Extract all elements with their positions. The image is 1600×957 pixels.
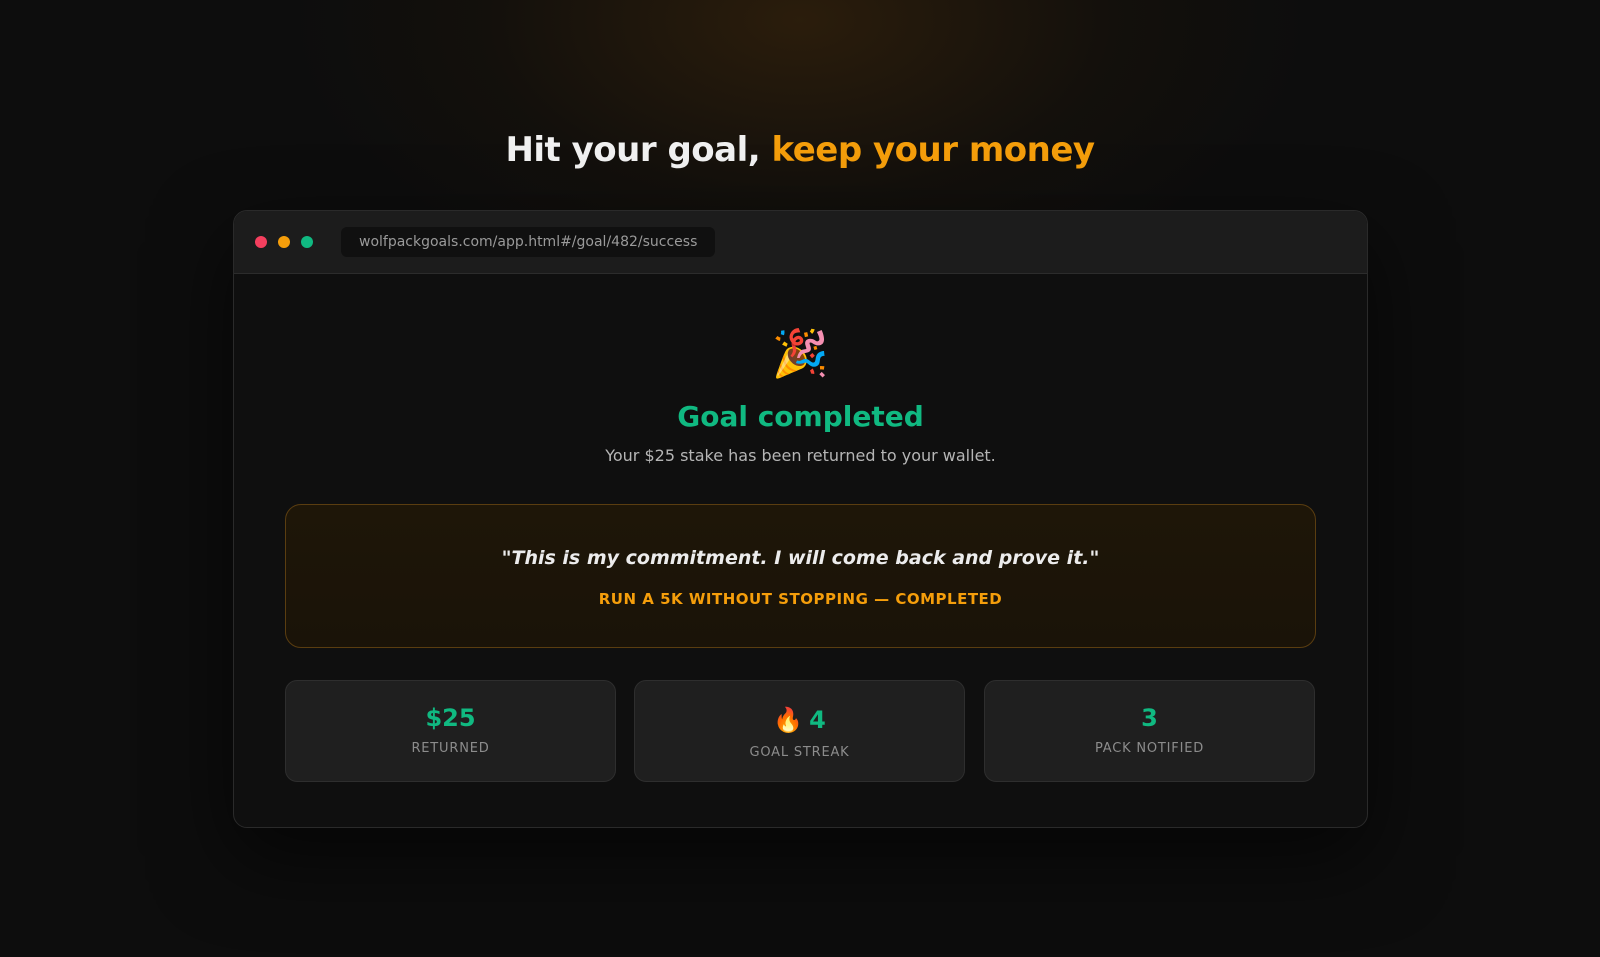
stat-value: 3 xyxy=(1141,704,1158,732)
fire-icon: 🔥 xyxy=(773,706,804,734)
success-title: Goal completed xyxy=(677,400,924,433)
stat-card-pack-notified: 3 PACK NOTIFIED xyxy=(984,680,1315,782)
stat-value: 4 xyxy=(809,706,826,734)
close-window-dot[interactable] xyxy=(255,236,267,248)
success-subtitle: Your $25 stake has been returned to your… xyxy=(605,446,996,465)
stat-label: GOAL STREAK xyxy=(749,745,850,760)
minimize-window-dot[interactable] xyxy=(278,236,290,248)
success-page: 🎉 Goal completed Your $25 stake has been… xyxy=(234,274,1367,827)
address-bar[interactable]: wolfpackgoals.com/app.html#/goal/482/suc… xyxy=(341,227,715,257)
stat-label: PACK NOTIFIED xyxy=(1094,741,1205,756)
commitment-card: "This is my commitment. I will come back… xyxy=(285,504,1316,648)
page-headline: Hit your goal, keep your money xyxy=(0,128,1600,172)
stat-value-wrapper: 🔥 4 xyxy=(635,703,964,737)
headline-accent: keep your money xyxy=(771,130,1096,170)
stat-card-goal-streak: 🔥 4 GOAL STREAK xyxy=(634,680,965,782)
stat-card-returned: $25 RETURNED xyxy=(285,680,616,782)
headline-plain: Hit your goal, xyxy=(505,130,772,170)
browser-titlebar: wolfpackgoals.com/app.html#/goal/482/suc… xyxy=(234,211,1367,274)
party-popper-icon: 🎉 xyxy=(771,326,830,380)
goal-status-label: RUN A 5K WITHOUT STOPPING — COMPLETED xyxy=(598,590,1003,608)
commitment-quote: "This is my commitment. I will come back… xyxy=(501,547,1100,569)
stat-value: $25 xyxy=(425,704,476,732)
browser-window: wolfpackgoals.com/app.html#/goal/482/suc… xyxy=(233,210,1368,828)
stat-label: RETURNED xyxy=(411,741,490,756)
maximize-window-dot[interactable] xyxy=(301,236,313,248)
